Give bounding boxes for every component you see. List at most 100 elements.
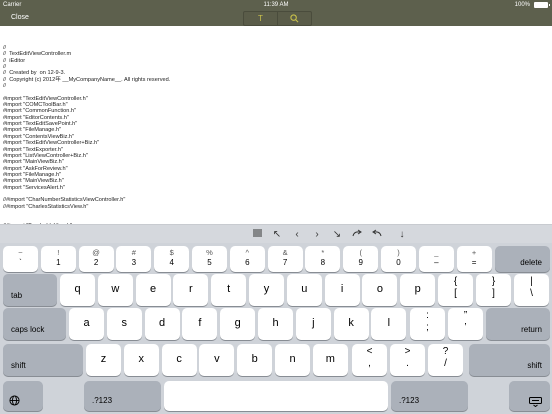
letter-key[interactable]: e	[135, 274, 171, 306]
arrow-up-left-icon[interactable]: ↖	[267, 225, 287, 244]
letter-key[interactable]: u	[286, 274, 322, 306]
symbol-key[interactable]: ? /	[428, 344, 463, 376]
mode-label: .?123	[399, 396, 420, 405]
symbol-key[interactable]: {[	[438, 274, 473, 306]
letter-key[interactable]: l	[371, 308, 407, 340]
delete-label: delete	[520, 258, 542, 267]
key-char: n	[289, 353, 296, 365]
arrow-right-icon[interactable]: ›	[307, 225, 327, 244]
letter-key[interactable]: o	[362, 274, 398, 306]
key-char: b	[251, 353, 258, 365]
shift-label: shift	[527, 361, 542, 370]
key-char: 7	[282, 258, 288, 267]
symbol-key[interactable]: >.	[390, 344, 425, 376]
number-key[interactable]: @2	[78, 246, 114, 272]
delete-button[interactable]: delete	[495, 246, 550, 272]
letter-key[interactable]: s	[106, 308, 142, 340]
letter-key[interactable]: m	[312, 344, 348, 376]
list-icon[interactable]	[247, 225, 267, 244]
letter-key[interactable]: f	[182, 308, 218, 340]
undo-icon[interactable]	[367, 225, 387, 244]
key-shift-char: <	[366, 346, 373, 357]
numbers-mode-button[interactable]: .?123	[391, 381, 468, 411]
key-shift-char: ”	[463, 310, 468, 321]
key-shift-char: :	[426, 310, 429, 321]
key-char: d	[159, 317, 166, 329]
arrow-down-icon[interactable]: ↓	[392, 225, 412, 244]
space-bar[interactable]	[164, 381, 388, 411]
letter-key[interactable]: b	[237, 344, 273, 376]
text-editor[interactable]: // // TextEditViewController.m // iEdito…	[0, 26, 552, 224]
key-char: .	[406, 358, 409, 369]
key-char: a	[83, 317, 90, 329]
letter-key[interactable]: h	[258, 308, 293, 340]
number-key[interactable]: * 8	[305, 246, 341, 272]
number-key[interactable]: ) 0	[381, 246, 416, 272]
caps-lock-button[interactable]: caps lock	[3, 308, 66, 340]
key-char: m	[325, 353, 335, 365]
letter-key[interactable]: t	[211, 274, 247, 306]
letter-key[interactable]: v	[199, 344, 235, 376]
letter-key[interactable]: c	[161, 344, 197, 376]
numbers-mode-button[interactable]: .?123	[84, 381, 161, 411]
number-key[interactable]: (9	[343, 246, 379, 272]
number-key[interactable]: ! 1	[40, 246, 76, 272]
tab-button[interactable]: tab	[3, 274, 57, 306]
letter-key[interactable]: x	[123, 344, 159, 376]
number-key[interactable]: ^ 6	[229, 246, 265, 272]
number-key[interactable]: #3	[116, 246, 152, 272]
number-key[interactable]: $4	[154, 246, 190, 272]
editor-text[interactable]: // // TextEditViewController.m // iEdito…	[3, 45, 170, 224]
letter-key[interactable]: z	[86, 344, 121, 376]
search-button[interactable]	[278, 12, 311, 25]
keyboard: ~ `! 1 @2 #3 $4% 5 ^ 6 & 7 * 8(9) 0 _ – + = delete tab q w e r t…	[0, 243, 552, 414]
return-button[interactable]: return	[486, 308, 550, 340]
letter-key[interactable]: p	[400, 274, 436, 306]
key-shift-char: {	[453, 276, 458, 287]
key-char: `	[19, 258, 22, 267]
redo-icon[interactable]	[347, 225, 367, 244]
symbol-key[interactable]: <,	[352, 344, 387, 376]
shift-right-button[interactable]: shift	[469, 344, 550, 376]
nav-bar: Close T	[0, 10, 552, 26]
letter-key[interactable]: y	[249, 274, 284, 306]
symbol-key[interactable]: }]	[476, 274, 511, 306]
return-label: return	[521, 325, 542, 334]
key-char: h	[272, 317, 279, 329]
number-key[interactable]: _ –	[418, 246, 454, 272]
symbol-key[interactable]: ”’	[448, 308, 483, 340]
globe-icon	[9, 395, 20, 406]
text-format-button[interactable]: T	[244, 12, 278, 25]
letter-key[interactable]: k	[333, 308, 369, 340]
key-char: w	[111, 283, 120, 295]
symbol-key[interactable]: | \	[514, 274, 549, 306]
search-icon	[290, 14, 299, 23]
arrow-left-icon[interactable]: ‹	[287, 225, 307, 244]
number-key[interactable]: & 7	[267, 246, 303, 272]
letter-key[interactable]: g	[220, 308, 256, 340]
letter-key[interactable]: a	[69, 308, 104, 340]
hide-keyboard-button[interactable]	[509, 381, 550, 411]
number-key[interactable]: ~ `	[3, 246, 38, 272]
letter-key[interactable]: r	[173, 274, 209, 306]
key-char: ]	[492, 288, 495, 299]
close-button[interactable]: Close	[11, 10, 29, 26]
letter-key[interactable]: j	[295, 308, 331, 340]
key-char: f	[198, 317, 202, 329]
number-key[interactable]: % 5	[192, 246, 227, 272]
letter-key[interactable]: i	[324, 274, 360, 306]
mode-label: .?123	[92, 396, 113, 405]
key-char: v	[214, 353, 220, 365]
number-key[interactable]: + =	[456, 246, 492, 272]
symbol-key[interactable]: :;	[410, 308, 445, 340]
arrow-down-right-icon[interactable]: ↘	[327, 225, 347, 244]
letter-key[interactable]: d	[144, 308, 180, 340]
letter-key[interactable]: n	[275, 344, 310, 376]
globe-button[interactable]	[3, 381, 43, 411]
key-char: ’	[464, 322, 467, 333]
letter-key[interactable]: w	[97, 274, 133, 306]
shift-left-button[interactable]: shift	[3, 344, 83, 376]
key-char: t	[227, 283, 231, 295]
letter-key[interactable]: q	[60, 274, 95, 306]
key-shift-char: }	[491, 276, 496, 287]
